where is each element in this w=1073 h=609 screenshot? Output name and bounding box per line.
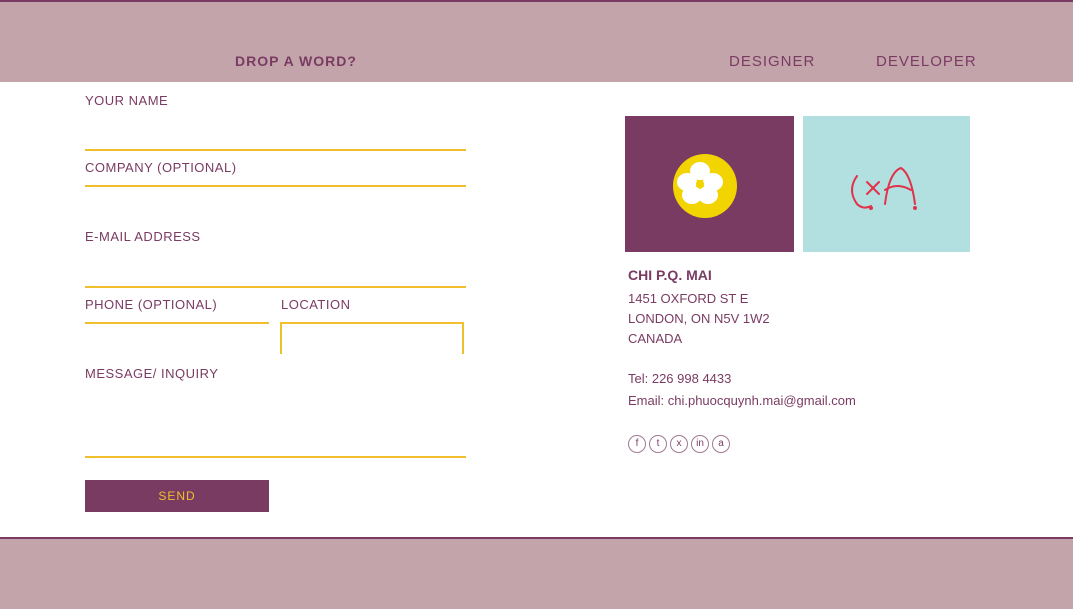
- nav-designer-link[interactable]: DESIGNER: [729, 53, 815, 70]
- email-address: Email: chi.phuocquynh.mai@gmail.com: [628, 393, 856, 408]
- flower-icon: [677, 162, 723, 204]
- twitter-icon[interactable]: t: [649, 435, 667, 453]
- behance-icon[interactable]: a: [712, 435, 730, 453]
- linkedin-icon[interactable]: in: [691, 435, 709, 453]
- social-links: f t x in a: [628, 435, 730, 453]
- message-label: MESSAGE/ INQUIRY: [85, 366, 219, 381]
- footer-band: [0, 537, 1073, 609]
- flower-logo-tile: [625, 116, 794, 252]
- address-line-2: LONDON, ON N5V 1W2: [628, 311, 770, 326]
- dribbble-icon[interactable]: x: [670, 435, 688, 453]
- send-button[interactable]: SEND: [85, 480, 269, 512]
- email-label: E-MAIL ADDRESS: [85, 229, 201, 244]
- email-field[interactable]: [85, 286, 466, 288]
- company-field[interactable]: [85, 185, 466, 187]
- message-field[interactable]: [85, 456, 466, 458]
- header-band: DROP A WORD? DESIGNER DEVELOPER: [0, 0, 1073, 82]
- your-name-field[interactable]: [85, 149, 466, 151]
- section-title: DROP A WORD?: [235, 53, 357, 69]
- telephone: Tel: 226 998 4433: [628, 371, 732, 386]
- company-label: COMPANY (OPTIONAL): [85, 160, 237, 175]
- location-field[interactable]: [280, 322, 464, 354]
- your-name-label: YOUR NAME: [85, 93, 169, 108]
- location-label: LOCATION: [281, 297, 351, 312]
- contact-name: CHI P.Q. MAI: [628, 267, 712, 283]
- monogram-logo-tile: [803, 116, 970, 252]
- address-line-1: 1451 OXFORD ST E: [628, 291, 749, 306]
- phone-label: PHONE (OPTIONAL): [85, 297, 218, 312]
- facebook-icon[interactable]: f: [628, 435, 646, 453]
- address-line-3: CANADA: [628, 331, 683, 346]
- phone-field[interactable]: [85, 322, 269, 324]
- nav-developer-link[interactable]: DEVELOPER: [876, 53, 977, 70]
- monogram-icon: [851, 166, 917, 210]
